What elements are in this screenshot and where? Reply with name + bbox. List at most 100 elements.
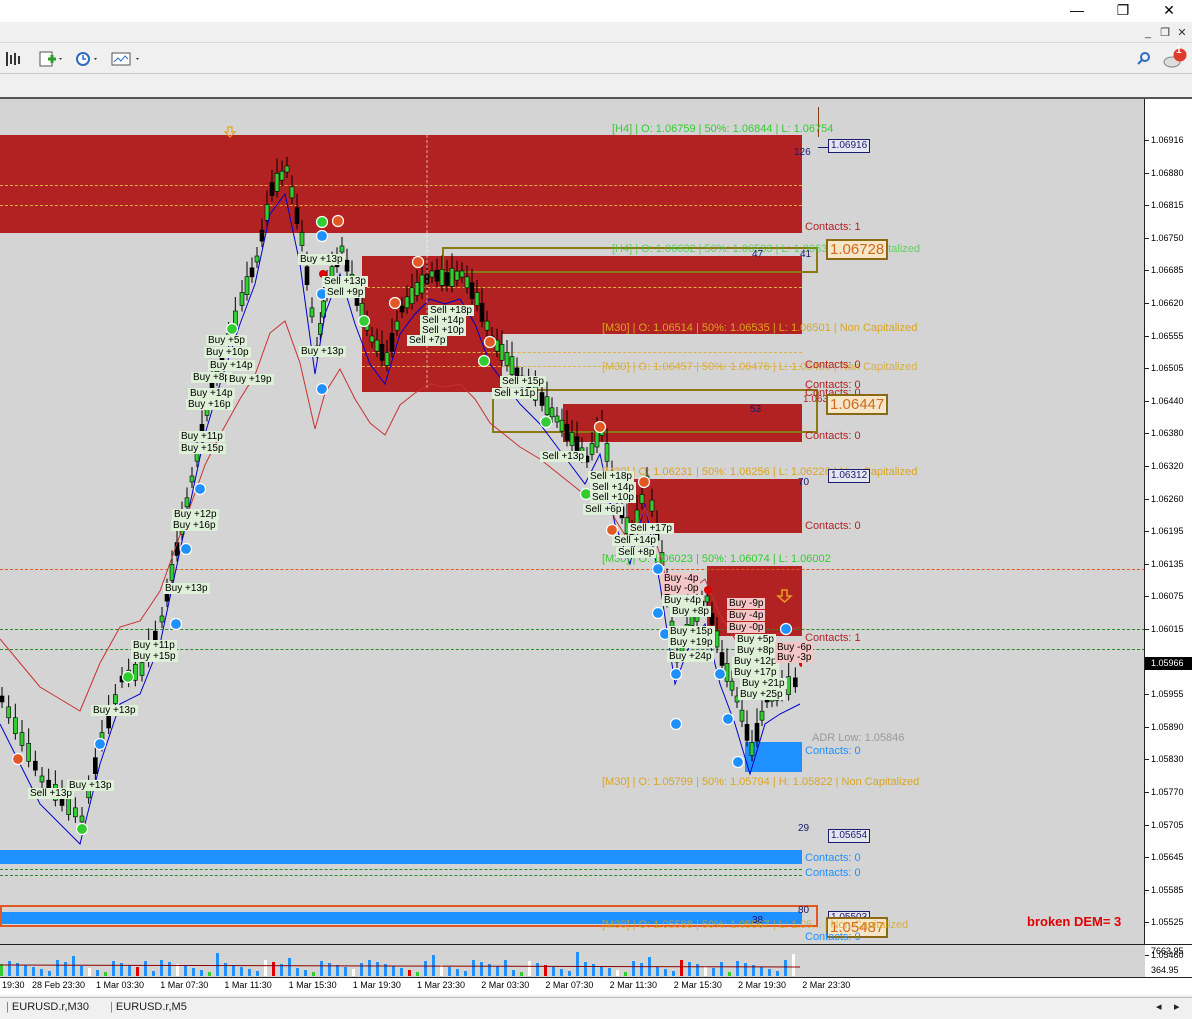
time-label: 2 Mar 07:30 bbox=[545, 980, 594, 990]
volume-bar bbox=[248, 969, 251, 976]
candle-body bbox=[569, 432, 575, 446]
trade-tag: Sell +18p bbox=[588, 471, 634, 482]
mdi-restore-button[interactable]: ❐ bbox=[1157, 26, 1173, 40]
volume-bar bbox=[256, 971, 259, 976]
trade-tag: Buy +19p bbox=[668, 637, 715, 648]
trade-tag: Buy -0p bbox=[727, 622, 766, 633]
maximize-button[interactable]: ❐ bbox=[1100, 0, 1146, 22]
candle-body bbox=[754, 723, 760, 742]
price-label: 1.06685 bbox=[1151, 265, 1184, 276]
trade-tag: Buy +13p bbox=[299, 346, 346, 357]
chart-window[interactable]: [H4] | O: 1.06759 | 50%: 1.06844 | L: 1.… bbox=[0, 97, 1192, 979]
signal-marker bbox=[669, 717, 683, 731]
volume-bar bbox=[640, 963, 643, 976]
volume-bar bbox=[200, 970, 203, 976]
candle-body bbox=[249, 267, 255, 278]
candle-body bbox=[139, 662, 145, 676]
volume-bar bbox=[144, 961, 147, 976]
candle-body bbox=[604, 443, 610, 462]
new-order-icon[interactable] bbox=[38, 47, 64, 71]
tab-scroll-right-icon[interactable]: ▸ bbox=[1174, 1000, 1180, 1013]
trade-tag: Sell +17p bbox=[628, 523, 674, 534]
mdi-minimize-button[interactable]: _ bbox=[1140, 26, 1156, 40]
volume-bar bbox=[688, 962, 691, 976]
volume-bar bbox=[48, 971, 51, 976]
candle-body bbox=[554, 415, 560, 423]
minimize-button[interactable]: — bbox=[1054, 0, 1100, 22]
signal-marker bbox=[121, 670, 135, 684]
price-tick bbox=[1145, 237, 1149, 239]
candle-body bbox=[244, 276, 250, 295]
signal-marker bbox=[669, 667, 683, 681]
candle-body bbox=[649, 499, 655, 512]
trade-tag: Buy +13p bbox=[163, 583, 210, 594]
volume-bar bbox=[136, 967, 139, 976]
price-label: 1.05955 bbox=[1151, 689, 1184, 700]
tab-eurusd-m5[interactable]: | EURUSD.r,M5 bbox=[110, 1001, 187, 1013]
periodicity-icon[interactable] bbox=[4, 47, 22, 71]
signal-marker bbox=[483, 335, 497, 349]
volume-max-label: 7663.95 bbox=[1151, 946, 1184, 956]
candle-body bbox=[504, 352, 510, 366]
candle-body bbox=[484, 320, 490, 331]
price-tick bbox=[1145, 563, 1149, 565]
candle-body bbox=[639, 494, 645, 504]
candle-body bbox=[113, 694, 118, 704]
chart-template-icon[interactable] bbox=[110, 47, 142, 71]
price-label: 1.06620 bbox=[1151, 298, 1184, 308]
volume-bar bbox=[472, 960, 475, 976]
trade-tag: Sell +11p bbox=[492, 388, 538, 399]
current-price-marker: 1.05966 bbox=[1145, 657, 1192, 670]
price-label: 1.06075 bbox=[1151, 591, 1184, 602]
volume-bar bbox=[464, 971, 467, 976]
trade-tag: Sell +13p bbox=[322, 276, 368, 287]
volume-bar bbox=[192, 968, 195, 976]
volume-bar bbox=[712, 968, 715, 976]
price-label: 1.06260 bbox=[1151, 493, 1184, 504]
trade-tag: Buy +8p bbox=[670, 606, 711, 617]
volume-bar bbox=[608, 968, 611, 976]
zone-count-6: 70 bbox=[798, 477, 810, 488]
search-icon[interactable] bbox=[1136, 47, 1152, 71]
time-label: 28 Feb 23:30 bbox=[32, 980, 86, 990]
price-label: 1.05770 bbox=[1151, 787, 1184, 797]
price-chart[interactable]: [H4] | O: 1.06759 | 50%: 1.06844 | L: 1.… bbox=[0, 99, 1145, 944]
price-tick bbox=[1145, 629, 1149, 630]
tab-eurusd-m30[interactable]: | EURUSD.r,M30 bbox=[6, 1001, 89, 1013]
zone-info-m30: [M30] | O: 1.06514 | 50%: 1.06535 | L: 1… bbox=[602, 322, 918, 334]
volume-bar bbox=[784, 960, 787, 976]
mdi-close-button[interactable]: ✕ bbox=[1174, 26, 1190, 40]
candle-body bbox=[33, 760, 38, 771]
volume-bar bbox=[656, 967, 659, 976]
volume-bar bbox=[632, 961, 635, 976]
time-label: 1 Mar 11:30 bbox=[224, 980, 272, 990]
volume-bar bbox=[368, 960, 371, 976]
candle-body bbox=[559, 419, 565, 432]
signal-marker bbox=[169, 617, 183, 631]
trade-tag: Sell +6p bbox=[583, 504, 624, 515]
price-label: 1.06015 bbox=[1151, 624, 1184, 634]
volume-bar bbox=[104, 972, 107, 976]
volume-bar bbox=[304, 970, 307, 976]
close-button[interactable]: ✕ bbox=[1146, 0, 1192, 22]
price-tick bbox=[1145, 400, 1149, 402]
time-label: 1 Mar 07:30 bbox=[160, 980, 209, 990]
trade-tag: Buy +14p bbox=[208, 360, 255, 371]
trade-tag: Buy +17p bbox=[732, 667, 779, 678]
volume-bar bbox=[664, 969, 667, 976]
clock-icon[interactable] bbox=[74, 47, 100, 71]
volume-bar bbox=[424, 961, 427, 976]
candle-body bbox=[474, 292, 480, 306]
price-tick bbox=[1145, 303, 1149, 304]
candle-body bbox=[384, 352, 390, 366]
tab-scroll-left-icon[interactable]: ◂ bbox=[1156, 1000, 1162, 1013]
volume-bar bbox=[760, 967, 763, 976]
signal-marker bbox=[331, 214, 345, 228]
candle-body bbox=[239, 292, 245, 306]
volume-bar bbox=[720, 962, 723, 976]
notification-icon[interactable]: 1 bbox=[1162, 45, 1188, 71]
price-label: 1.05890 bbox=[1151, 721, 1184, 732]
volume-bar bbox=[512, 970, 515, 976]
candle-body bbox=[714, 630, 720, 648]
time-label: 1 Mar 15:30 bbox=[288, 980, 337, 990]
